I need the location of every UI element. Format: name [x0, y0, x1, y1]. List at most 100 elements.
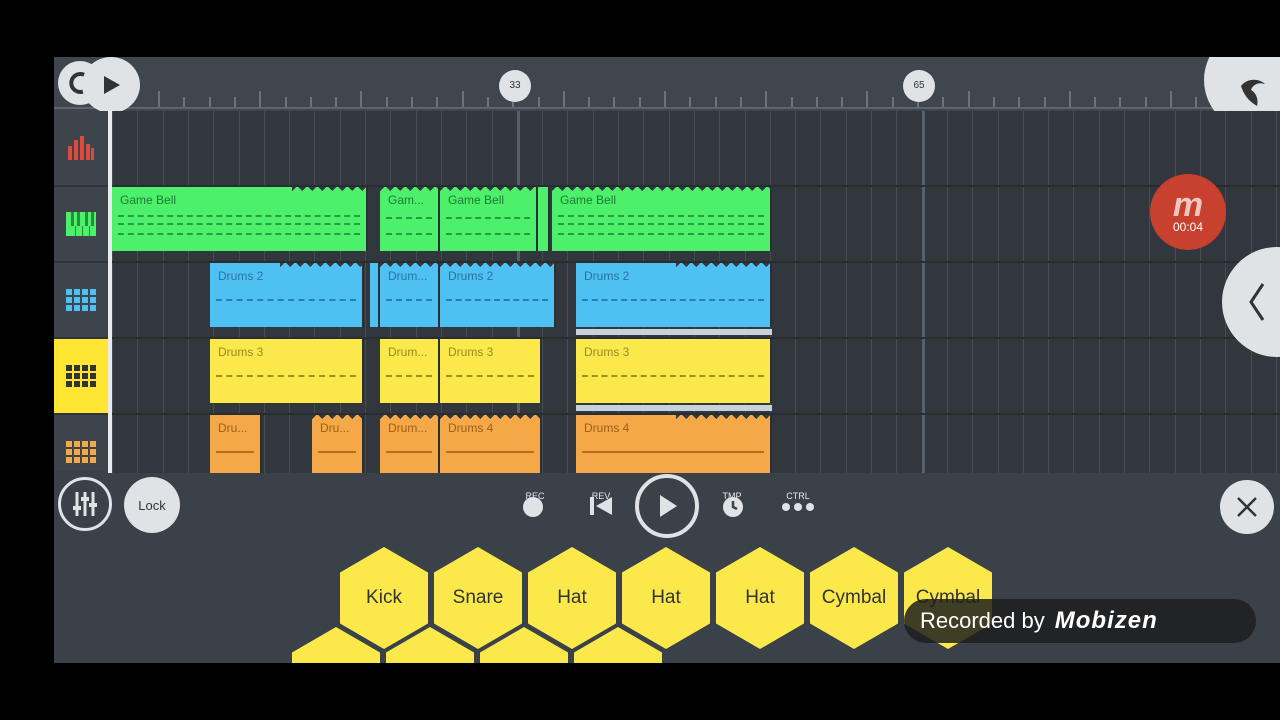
timeline-tick [638, 97, 641, 107]
clip-label: Drums 4 [584, 421, 630, 435]
timeline-tick [385, 97, 388, 107]
clip-label: Game Bell [448, 193, 505, 207]
timeline-tick [942, 97, 945, 107]
grid-line [1073, 111, 1075, 473]
clip-label: Game Bell [560, 193, 617, 207]
pattern-clip-game-bell[interactable]: Game Bell [552, 187, 772, 251]
grid-line [162, 111, 164, 473]
clip-label: Drums 3 [448, 345, 494, 359]
rev-label: REV [591, 491, 611, 501]
pattern-clip-drums-2[interactable] [370, 263, 380, 327]
timeline-tick [461, 91, 464, 107]
grid-line [137, 111, 139, 473]
mixer-track-button[interactable] [54, 111, 108, 187]
recorded-by-text: Recorded by [920, 608, 1045, 633]
grid-line [896, 111, 898, 473]
timeline-tick [739, 97, 742, 107]
pattern-clip-game-bell[interactable]: Game Bell [112, 187, 368, 251]
pattern-clip-drums-2[interactable]: Drum... [380, 263, 440, 327]
fl-studio-mobile: 33 65 Game Bell Gam... Game Bell Game Be… [54, 57, 1280, 663]
grid-line [845, 111, 847, 473]
yellow-pattern-track-button[interactable] [54, 339, 108, 415]
close-icon [1237, 497, 1257, 517]
grid-line [946, 111, 948, 473]
mobizen-m-icon: m [1172, 186, 1204, 224]
timeline-baseline [54, 107, 1280, 109]
timeline-tick [992, 97, 995, 107]
clip-stripe [576, 405, 772, 411]
timeline-ruler[interactable]: 33 65 [54, 57, 1280, 111]
timeline-tick [866, 91, 869, 107]
pattern-clip-game-bell[interactable] [538, 187, 550, 251]
timeline-tick [562, 91, 565, 107]
clip-label: Drums 4 [448, 421, 494, 435]
timeline-tick [765, 91, 768, 107]
ctrl-label: CTRL [786, 491, 810, 501]
grid-line [187, 111, 189, 473]
piano-track-button[interactable] [54, 187, 108, 263]
grid-line [1199, 111, 1201, 473]
grid-line [567, 111, 569, 473]
timeline-tick [714, 97, 717, 107]
pattern-clip-game-bell[interactable]: Gam... [380, 187, 440, 251]
lock-button[interactable]: Lock [124, 477, 180, 533]
pattern-clip-drums-2[interactable]: Drums 2 [440, 263, 556, 327]
clip-label: Drums 3 [218, 345, 264, 359]
clip-label: Drum... [388, 269, 428, 283]
clip-label: Drum... [388, 421, 428, 435]
step-grid-icon [66, 365, 96, 387]
timeline-tick [1119, 97, 1122, 107]
pattern-clip-drums-2[interactable]: Drums 2 [210, 263, 364, 327]
grid-line [972, 111, 974, 473]
chevron-left-icon [1249, 283, 1265, 321]
timeline-marker-33[interactable]: 33 [499, 70, 531, 102]
close-button[interactable] [1220, 480, 1274, 534]
rec-label: REC [525, 491, 545, 501]
mixer-button[interactable] [58, 477, 112, 531]
grid-line [365, 111, 366, 473]
main-play-button[interactable] [635, 474, 699, 538]
timeline-tick [815, 97, 818, 107]
timeline-tick [335, 97, 338, 107]
clip-label: Dru... [320, 421, 350, 435]
step-grid-icon [66, 441, 96, 463]
playhead[interactable] [108, 111, 112, 473]
blue-pattern-track-button[interactable] [54, 263, 108, 339]
mobizen-record-button[interactable]: m 00:04 [1150, 174, 1226, 250]
timeline-tick [1170, 91, 1172, 107]
pattern-clip-drums-2[interactable]: Drums 2 [576, 263, 772, 327]
pattern-clip-drums-4[interactable]: Drums 4 [576, 415, 772, 473]
timeline-tick [436, 97, 439, 107]
pattern-clip-drums-4[interactable]: Drums 4 [440, 415, 542, 473]
timeline-tick [1094, 97, 1097, 107]
pattern-clip-drums-3[interactable]: Drum... [380, 339, 440, 403]
grid-line [921, 111, 925, 473]
clip-label: Game Bell [120, 193, 177, 207]
clip-label: Gam... [388, 193, 425, 207]
pattern-clip-drums-3[interactable]: Drums 3 [440, 339, 542, 403]
timeline-marker-65[interactable]: 65 [903, 70, 935, 102]
step-grid-icon [66, 289, 96, 311]
timeline-tick [309, 97, 312, 107]
play-icon [104, 76, 120, 94]
pattern-clip-drums-4[interactable]: Dru... [210, 415, 262, 473]
song-play-button[interactable] [82, 57, 140, 113]
sliders-icon [73, 492, 97, 516]
timeline-tick [689, 97, 692, 107]
pattern-clip-drums-4[interactable]: Drum... [380, 415, 440, 473]
grid-line [820, 111, 822, 473]
clip-label: Drums 3 [584, 345, 630, 359]
clip-label: Dru... [218, 421, 248, 435]
pattern-clip-drums-4[interactable]: Dru... [312, 415, 364, 473]
playlist-grid[interactable]: Game Bell Gam... Game Bell Game Bell Dru… [108, 111, 1280, 473]
more-dots-icon[interactable] [781, 502, 815, 512]
pattern-clip-game-bell[interactable]: Game Bell [440, 187, 538, 251]
timeline-tick [233, 97, 236, 107]
timeline-tick [1068, 91, 1071, 107]
timeline-tick [158, 91, 160, 107]
pattern-clip-drums-3[interactable]: Drums 3 [576, 339, 772, 403]
pattern-clip-drums-3[interactable]: Drums 3 [210, 339, 364, 403]
grid-line [1124, 111, 1125, 473]
grid-line [1022, 111, 1024, 473]
play-icon [660, 495, 677, 517]
